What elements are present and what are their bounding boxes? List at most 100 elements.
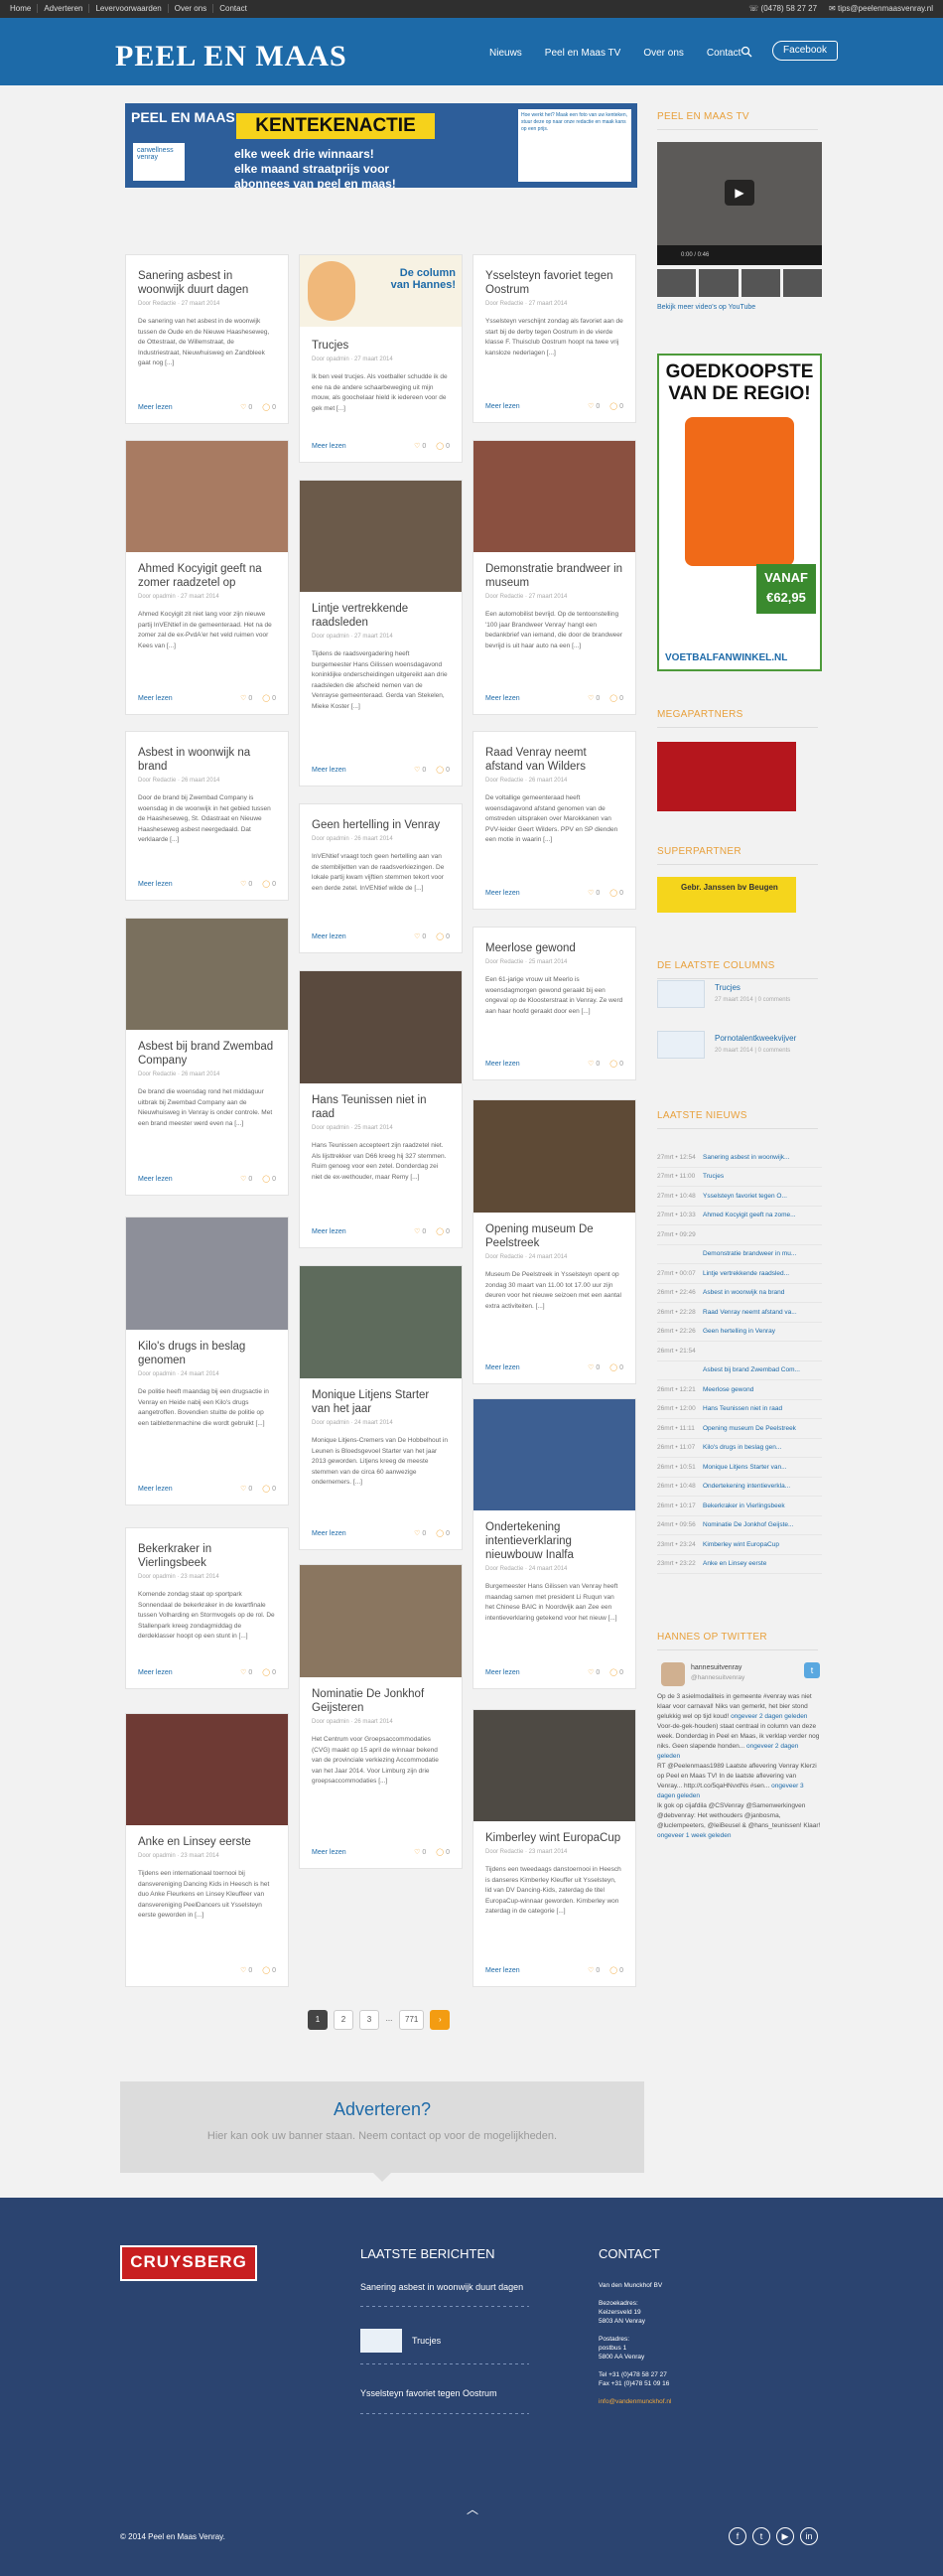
page-next[interactable]: › xyxy=(430,2010,451,2030)
heart-icon[interactable]: ♡ 0 xyxy=(240,1668,252,1676)
news-item[interactable]: 26mrt • 12:21 Meerlose gewond xyxy=(657,1380,822,1400)
comment-icon[interactable]: ◯ 0 xyxy=(262,880,276,888)
read-more-link[interactable]: Meer lezen xyxy=(138,695,173,702)
article-card[interactable]: Ondertekening intentieverklaring nieuwbo… xyxy=(472,1398,636,1689)
comment-icon[interactable]: ◯ 0 xyxy=(262,694,276,702)
news-item[interactable]: 27mrt • 10:48 Ysselsteyn favoriet tegen O… xyxy=(657,1187,822,1207)
article-card[interactable]: Meerlose gewond Door Redactie · 25 maart… xyxy=(472,927,636,1080)
heart-icon[interactable]: ♡ 0 xyxy=(414,766,426,774)
news-link[interactable]: Meerlose gewond xyxy=(703,1386,753,1393)
comment-icon[interactable]: ◯ 0 xyxy=(436,1529,450,1537)
heart-icon[interactable]: ♡ 0 xyxy=(240,1966,252,1974)
read-more-link[interactable]: Meer lezen xyxy=(485,695,520,702)
page-3[interactable]: 3 xyxy=(359,2010,379,2030)
article-card[interactable]: Asbest in woonwijk na brand Door Redacti… xyxy=(125,731,289,901)
page-771[interactable]: 771 xyxy=(399,2010,425,2030)
facebook-icon[interactable]: f xyxy=(729,2527,746,2545)
page-1[interactable]: 1 xyxy=(308,2010,328,2030)
top-link-over[interactable]: Over ons xyxy=(169,4,214,13)
news-link[interactable]: Ondertekening intentieverkla... xyxy=(703,1483,790,1490)
article-card[interactable]: Monique Litjens Starter van het jaar Doo… xyxy=(299,1265,463,1550)
heart-icon[interactable]: ♡ 0 xyxy=(240,1175,252,1183)
shirt-ad[interactable]: GOEDKOOPSTE VAN DE REGIO! VANAF €62,95 VO… xyxy=(657,354,822,671)
news-item[interactable]: 26mrt • 22:28 Raad Venray neemt afstand v… xyxy=(657,1303,822,1323)
heart-icon[interactable]: ♡ 0 xyxy=(240,694,252,702)
article-title[interactable]: Lintje vertrekkende raadsleden xyxy=(300,602,462,630)
comment-icon[interactable]: ◯ 0 xyxy=(609,1668,623,1676)
heart-icon[interactable]: ♡ 0 xyxy=(588,1668,600,1676)
heart-icon[interactable]: ♡ 0 xyxy=(414,1529,426,1537)
video-player[interactable]: ▶ 0:00 / 0:46 xyxy=(657,142,822,265)
article-image[interactable] xyxy=(473,1399,635,1510)
avatar[interactable] xyxy=(661,1662,685,1686)
article-image[interactable] xyxy=(300,1266,462,1378)
article-title[interactable]: Nominatie De Jonkhof Geijsteren xyxy=(300,1687,462,1715)
article-card[interactable]: Lintje vertrekkende raadsleden Door opad… xyxy=(299,480,463,787)
news-item[interactable]: 26mrt • 21:54 xyxy=(657,1342,822,1361)
read-more-link[interactable]: Meer lezen xyxy=(312,1849,346,1856)
news-item[interactable]: 27mrt • 09:29 xyxy=(657,1225,822,1245)
news-item[interactable]: 26mrt • 10:51 Monique Litjens Starter van… xyxy=(657,1458,822,1478)
twitter-icon[interactable]: t xyxy=(752,2527,770,2545)
news-item[interactable]: 26mrt • 22:26 Geen hertelling in Venray xyxy=(657,1323,822,1342)
comment-icon[interactable]: ◯ 0 xyxy=(436,442,450,450)
news-item[interactable]: 26mrt • 11:07 Kilo's drugs in beslag gen.… xyxy=(657,1439,822,1458)
article-title[interactable]: Bekerkraker in Vierlingsbeek xyxy=(126,1542,288,1570)
comment-icon[interactable]: ◯ 0 xyxy=(609,1363,623,1371)
news-link[interactable]: Trucjes xyxy=(703,1173,724,1180)
top-link-home[interactable]: Home xyxy=(4,4,39,13)
news-item[interactable]: 26mrt • 12:00 Hans Teunissen niet in raad xyxy=(657,1400,822,1419)
read-more-link[interactable]: Meer lezen xyxy=(485,1669,520,1676)
article-title[interactable]: Kimberley wint EuropaCup xyxy=(473,1831,635,1845)
news-link[interactable]: Demonstratie brandweer in mu... xyxy=(703,1250,796,1257)
article-card[interactable]: Nominatie De Jonkhof Geijsteren Door opa… xyxy=(299,1564,463,1869)
top-link-leverv[interactable]: Levervoorwaarden xyxy=(89,4,169,13)
tweet-time[interactable]: ongeveer 2 dagen geleden xyxy=(731,1713,807,1720)
comment-icon[interactable]: ◯ 0 xyxy=(436,1848,450,1856)
twitter-handle[interactable]: @hannesuitvenray xyxy=(691,1674,744,1681)
heart-icon[interactable]: ♡ 0 xyxy=(588,1363,600,1371)
news-link[interactable]: Geen hertelling in Venray xyxy=(703,1328,775,1335)
column-title[interactable]: Pornotalentkweekvijver xyxy=(715,1034,796,1043)
article-card[interactable]: Geen hertelling in Venray Door opadmin ·… xyxy=(299,803,463,953)
article-title[interactable]: Ysselsteyn favoriet tegen Oostrum xyxy=(473,269,635,297)
comment-icon[interactable]: ◯ 0 xyxy=(436,1227,450,1235)
page-2[interactable]: 2 xyxy=(334,2010,353,2030)
news-link[interactable]: Hans Teunissen niet in raad xyxy=(703,1405,782,1412)
news-link[interactable]: Anke en Linsey eerste xyxy=(703,1560,766,1567)
article-title[interactable]: Meerlose gewond xyxy=(473,941,635,955)
twitter-icon[interactable]: t xyxy=(804,1662,820,1678)
heart-icon[interactable]: ♡ 0 xyxy=(240,403,252,411)
article-card[interactable]: Kimberley wint EuropaCup Door Redactie ·… xyxy=(472,1709,636,1987)
comment-icon[interactable]: ◯ 0 xyxy=(262,403,276,411)
news-item[interactable]: 27mrt • 11:00 Trucjes xyxy=(657,1168,822,1187)
read-more-link[interactable]: Meer lezen xyxy=(138,1669,173,1676)
heart-icon[interactable]: ♡ 0 xyxy=(414,442,426,450)
news-item[interactable]: 26mrt • 22:46 Asbest in woonwijk na brand xyxy=(657,1284,822,1303)
read-more-link[interactable]: Meer lezen xyxy=(312,933,346,940)
megapartner-ad[interactable] xyxy=(657,742,796,811)
search-icon[interactable] xyxy=(741,46,754,60)
article-card[interactable]: Demonstratie brandweer in museum Door Re… xyxy=(472,440,636,715)
article-card[interactable]: Kilo's drugs in beslag genomen Door opad… xyxy=(125,1216,289,1505)
news-item[interactable]: 27mrt • 10:33 Ahmed Kocyigit geeft na zom… xyxy=(657,1207,822,1225)
article-card[interactable]: Bekerkraker in Vierlingsbeek Door opadmi… xyxy=(125,1527,289,1689)
footer-email-link[interactable]: info@vandenmunckhof.nl xyxy=(599,2397,671,2406)
heart-icon[interactable]: ♡ 0 xyxy=(588,694,600,702)
article-title[interactable]: Geen hertelling in Venray xyxy=(300,818,462,832)
scroll-top-icon[interactable]: ︿ xyxy=(467,2501,478,2517)
news-item[interactable]: 24mrt • 09:56 Nominatie De Jonkhof Geijst… xyxy=(657,1516,822,1535)
nav-tv[interactable]: Peel en Maas TV xyxy=(545,48,621,59)
column-image[interactable]: De column van Hannes! xyxy=(300,255,462,327)
news-item[interactable]: 26mrt • 10:48 Ondertekening intentieverkl… xyxy=(657,1478,822,1497)
article-title[interactable]: Monique Litjens Starter van het jaar xyxy=(300,1388,462,1416)
advertise-box[interactable]: Adverteren? Hier kan ook uw banner staan… xyxy=(120,2081,644,2182)
play-icon[interactable]: ▶ xyxy=(725,180,754,206)
heart-icon[interactable]: ♡ 0 xyxy=(588,1966,600,1974)
news-item[interactable]: Demonstratie brandweer in mu... xyxy=(657,1245,822,1264)
comment-icon[interactable]: ◯ 0 xyxy=(609,402,623,410)
comment-icon[interactable]: ◯ 0 xyxy=(262,1175,276,1183)
article-title[interactable]: Ahmed Kocyigit geeft na zomer raadzetel … xyxy=(126,562,288,590)
article-title[interactable]: Sanering asbest in woonwijk duurt dagen xyxy=(126,269,288,297)
comment-icon[interactable]: ◯ 0 xyxy=(609,1966,623,1974)
